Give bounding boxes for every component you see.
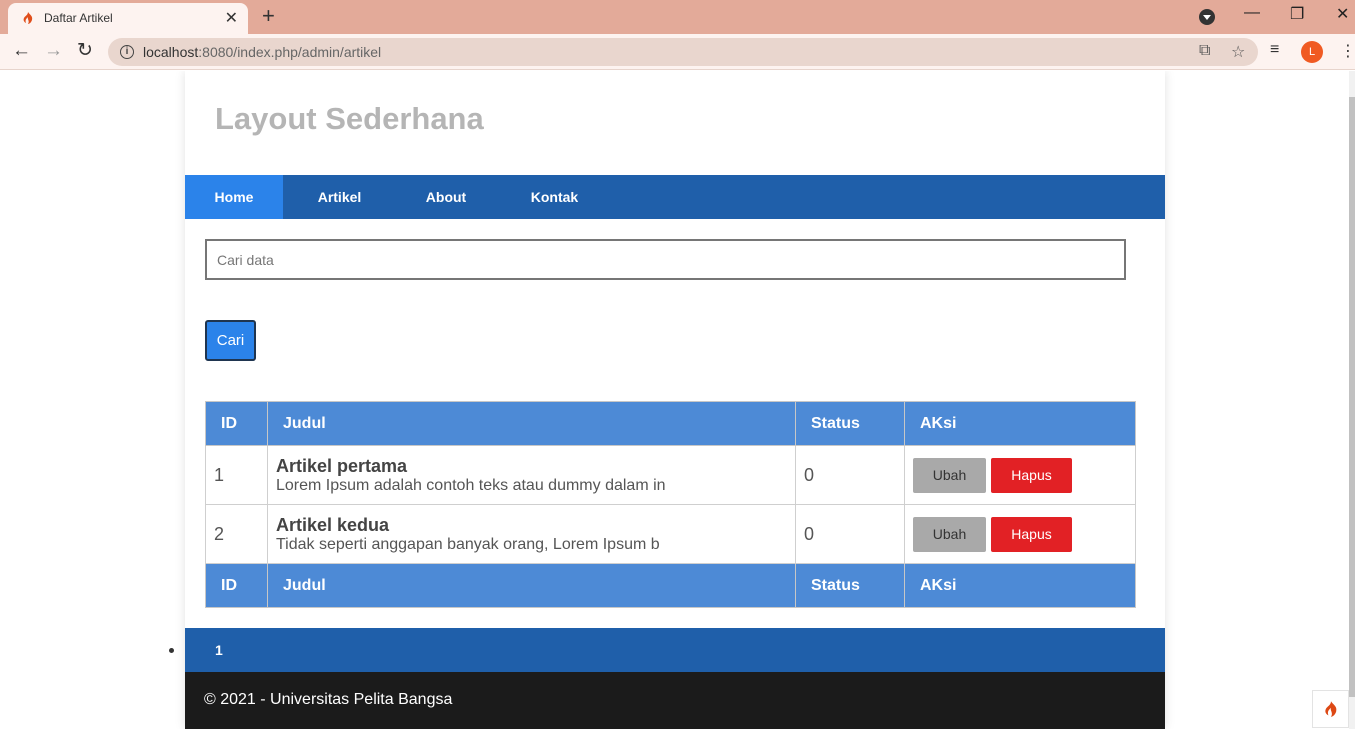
- bookmark-star-icon[interactable]: ☆: [1231, 42, 1245, 62]
- media-control-icon[interactable]: ≡: [1270, 41, 1279, 59]
- browser-tab-bar: Daftar Artikel ✕ + — ❐ ✕: [0, 0, 1355, 34]
- site-info-icon[interactable]: i: [120, 45, 134, 59]
- row-id: 2: [205, 504, 268, 564]
- main-nav: Home Artikel About Kontak: [185, 175, 1165, 219]
- new-tab-icon[interactable]: +: [262, 4, 275, 28]
- profile-avatar[interactable]: L: [1301, 41, 1323, 63]
- column-header-aksi: AKsi: [904, 401, 1136, 446]
- footer-header-judul: Judul: [267, 563, 796, 608]
- article-excerpt: Tidak seperti anggapan banyak orang, Lor…: [276, 535, 660, 553]
- nav-item-about[interactable]: About: [396, 175, 496, 219]
- debug-toolbar-toggle[interactable]: [1312, 690, 1349, 728]
- search-button[interactable]: Cari: [205, 320, 256, 361]
- table-row: 2 Artikel kedua Tidak seperti anggapan b…: [205, 504, 1136, 564]
- table-footer-row: ID Judul Status AKsi: [205, 563, 1136, 608]
- column-header-judul: Judul: [267, 401, 796, 446]
- address-bar[interactable]: i localhost:8080/index.php/admin/artikel…: [108, 38, 1258, 66]
- table-row: 1 Artikel pertama Lorem Ipsum adalah con…: [205, 445, 1136, 505]
- footer-header-id: ID: [205, 563, 268, 608]
- reload-icon[interactable]: ↻: [77, 40, 93, 62]
- delete-button[interactable]: Hapus: [991, 457, 1072, 493]
- restore-icon[interactable]: ❐: [1290, 4, 1304, 24]
- browser-toolbar: ← → ↻ i localhost:8080/index.php/admin/a…: [0, 34, 1355, 70]
- edit-button[interactable]: Ubah: [913, 457, 986, 493]
- row-actions: Ubah Hapus: [904, 445, 1136, 505]
- row-judul: Artikel pertama Lorem Ipsum adalah conto…: [267, 445, 796, 505]
- nav-item-home[interactable]: Home: [185, 175, 283, 219]
- menu-dots-icon[interactable]: ⋮: [1340, 41, 1355, 61]
- pagination-list-bullet: [169, 648, 174, 653]
- tab-close-icon[interactable]: ✕: [225, 8, 238, 28]
- minimize-icon[interactable]: —: [1244, 4, 1260, 22]
- articles-table: ID Judul Status AKsi 1 Artikel pertama L…: [205, 401, 1136, 608]
- column-header-id: ID: [205, 401, 268, 446]
- site-title: Layout Sederhana: [215, 101, 484, 136]
- url-text: localhost:8080/index.php/admin/artikel: [143, 44, 382, 60]
- column-header-status: Status: [795, 401, 905, 446]
- back-arrow-icon[interactable]: ←: [12, 40, 31, 62]
- row-status: 0: [795, 504, 905, 564]
- page-container: Layout Sederhana Home Artikel About Kont…: [185, 71, 1165, 729]
- row-actions: Ubah Hapus: [904, 504, 1136, 564]
- pagination-bar: 1: [185, 628, 1165, 672]
- row-status: 0: [795, 445, 905, 505]
- nav-item-kontak[interactable]: Kontak: [496, 175, 613, 219]
- table-header-row: ID Judul Status AKsi: [205, 401, 1136, 446]
- codeigniter-flame-icon: [23, 12, 33, 24]
- browser-tab[interactable]: Daftar Artikel ✕: [8, 3, 248, 34]
- delete-button[interactable]: Hapus: [991, 516, 1072, 552]
- codeigniter-flame-icon: [1325, 701, 1337, 717]
- nav-item-artikel[interactable]: Artikel: [283, 175, 396, 219]
- article-excerpt: Lorem Ipsum adalah contoh teks atau dumm…: [276, 476, 666, 494]
- row-judul: Artikel kedua Tidak seperti anggapan ban…: [267, 504, 796, 564]
- translate-icon[interactable]: ⧉: [1199, 42, 1210, 60]
- footer-header-status: Status: [795, 563, 905, 608]
- row-id: 1: [205, 445, 268, 505]
- tab-search-icon[interactable]: [1199, 9, 1215, 25]
- article-title: Artikel kedua: [276, 514, 390, 535]
- footer-header-aksi: AKsi: [904, 563, 1136, 608]
- tab-title: Daftar Artikel: [44, 11, 113, 25]
- edit-button[interactable]: Ubah: [913, 516, 986, 552]
- page-viewport: Layout Sederhana Home Artikel About Kont…: [0, 71, 1355, 729]
- footer-copyright: © 2021 - Universitas Pelita Bangsa: [204, 691, 453, 708]
- page-link-1[interactable]: 1: [215, 628, 223, 672]
- article-title: Artikel pertama: [276, 455, 408, 476]
- search-input[interactable]: [205, 239, 1126, 280]
- window-close-icon[interactable]: ✕: [1336, 4, 1349, 24]
- site-footer: © 2021 - Universitas Pelita Bangsa: [185, 672, 1165, 729]
- forward-arrow-icon[interactable]: →: [44, 40, 63, 62]
- vertical-scrollbar[interactable]: [1349, 71, 1355, 729]
- scrollbar-thumb[interactable]: [1349, 97, 1355, 697]
